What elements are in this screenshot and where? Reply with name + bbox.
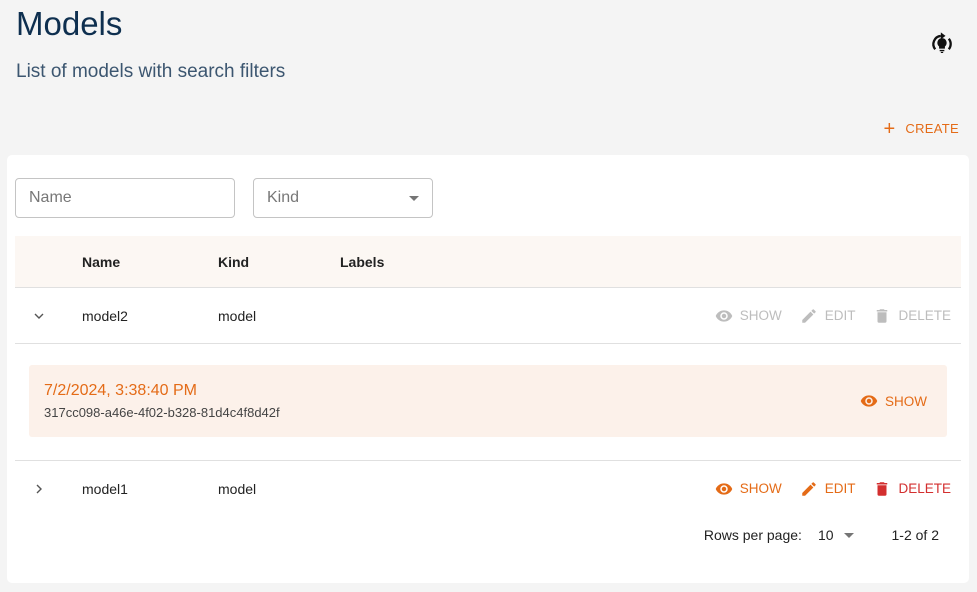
caret-down-icon bbox=[409, 195, 419, 201]
show-button[interactable]: SHOW bbox=[715, 307, 782, 325]
pagination-range: 1-2 of 2 bbox=[891, 527, 939, 543]
row-kind: model bbox=[218, 480, 257, 497]
chevron-right-icon bbox=[36, 484, 42, 493]
show-version-label: SHOW bbox=[885, 393, 927, 409]
edit-button[interactable]: EDIT bbox=[800, 480, 856, 498]
table-row: model2 model SHOW EDIT DELETE bbox=[15, 288, 961, 344]
rows-per-page-label: Rows per page: bbox=[703, 527, 802, 543]
page-subtitle: List of models with search filters bbox=[16, 61, 286, 82]
plus-icon: + bbox=[883, 117, 896, 140]
edit-button[interactable]: EDIT bbox=[800, 307, 856, 325]
kind-filter-placeholder: Kind bbox=[267, 189, 300, 206]
delete-button[interactable]: DELETE bbox=[873, 307, 951, 325]
column-header-name[interactable]: Name bbox=[82, 254, 120, 270]
name-filter-input[interactable] bbox=[29, 189, 221, 207]
delete-label: DELETE bbox=[898, 481, 951, 496]
pagination: Rows per page: 10 1-2 of 2 bbox=[704, 527, 939, 543]
create-label: CREATE bbox=[905, 121, 959, 136]
edit-label: EDIT bbox=[824, 481, 856, 496]
collapse-row-button[interactable] bbox=[29, 306, 49, 326]
expand-row-button[interactable] bbox=[29, 479, 49, 499]
version-date: 7/2/2024, 3:38:40 PM bbox=[44, 382, 197, 399]
models-card: Kind Name Kind Labels model2 model SHOW … bbox=[7, 155, 969, 583]
page-title: Models bbox=[16, 5, 123, 42]
show-version-button[interactable]: SHOW bbox=[860, 392, 927, 410]
row-kind: model bbox=[218, 307, 257, 324]
row-actions: SHOW EDIT DELETE bbox=[715, 480, 951, 498]
name-filter[interactable] bbox=[15, 178, 235, 218]
show-button[interactable]: SHOW bbox=[715, 480, 782, 498]
pencil-icon bbox=[801, 481, 816, 496]
column-header-kind[interactable]: Kind bbox=[218, 254, 249, 270]
theme-toggle-button[interactable] bbox=[926, 28, 958, 60]
table-header: Name Kind Labels bbox=[15, 236, 961, 288]
chevron-down-icon bbox=[34, 313, 44, 319]
pencil-icon bbox=[801, 308, 816, 323]
show-label: SHOW bbox=[739, 308, 782, 323]
row-name: model1 bbox=[82, 480, 128, 497]
caret-down-icon bbox=[843, 532, 854, 538]
rows-per-page-value: 10 bbox=[817, 527, 834, 543]
trash-icon bbox=[877, 308, 888, 323]
theme-toggle-icon bbox=[932, 32, 952, 53]
version-id: 317cc098-a46e-4f02-b328-81d4c4f8d42f bbox=[44, 405, 280, 420]
eye-icon bbox=[715, 482, 732, 495]
eye-icon bbox=[715, 309, 732, 322]
row-actions: SHOW EDIT DELETE bbox=[715, 307, 951, 325]
show-label: SHOW bbox=[739, 481, 782, 496]
column-header-labels[interactable]: Labels bbox=[340, 254, 384, 270]
edit-label: EDIT bbox=[824, 308, 856, 323]
expanded-row-detail: 7/2/2024, 3:38:40 PM 317cc098-a46e-4f02-… bbox=[29, 365, 947, 437]
row-name: model2 bbox=[82, 307, 128, 324]
kind-filter-select[interactable]: Kind bbox=[253, 178, 433, 218]
eye-icon bbox=[860, 395, 878, 407]
delete-button[interactable]: DELETE bbox=[873, 480, 951, 498]
trash-icon bbox=[877, 481, 888, 496]
delete-label: DELETE bbox=[898, 308, 951, 323]
table-row: model1 model SHOW EDIT DELETE bbox=[15, 460, 961, 516]
create-button[interactable]: + CREATE bbox=[883, 117, 959, 140]
rows-per-page-select[interactable]: 10 bbox=[818, 527, 854, 543]
